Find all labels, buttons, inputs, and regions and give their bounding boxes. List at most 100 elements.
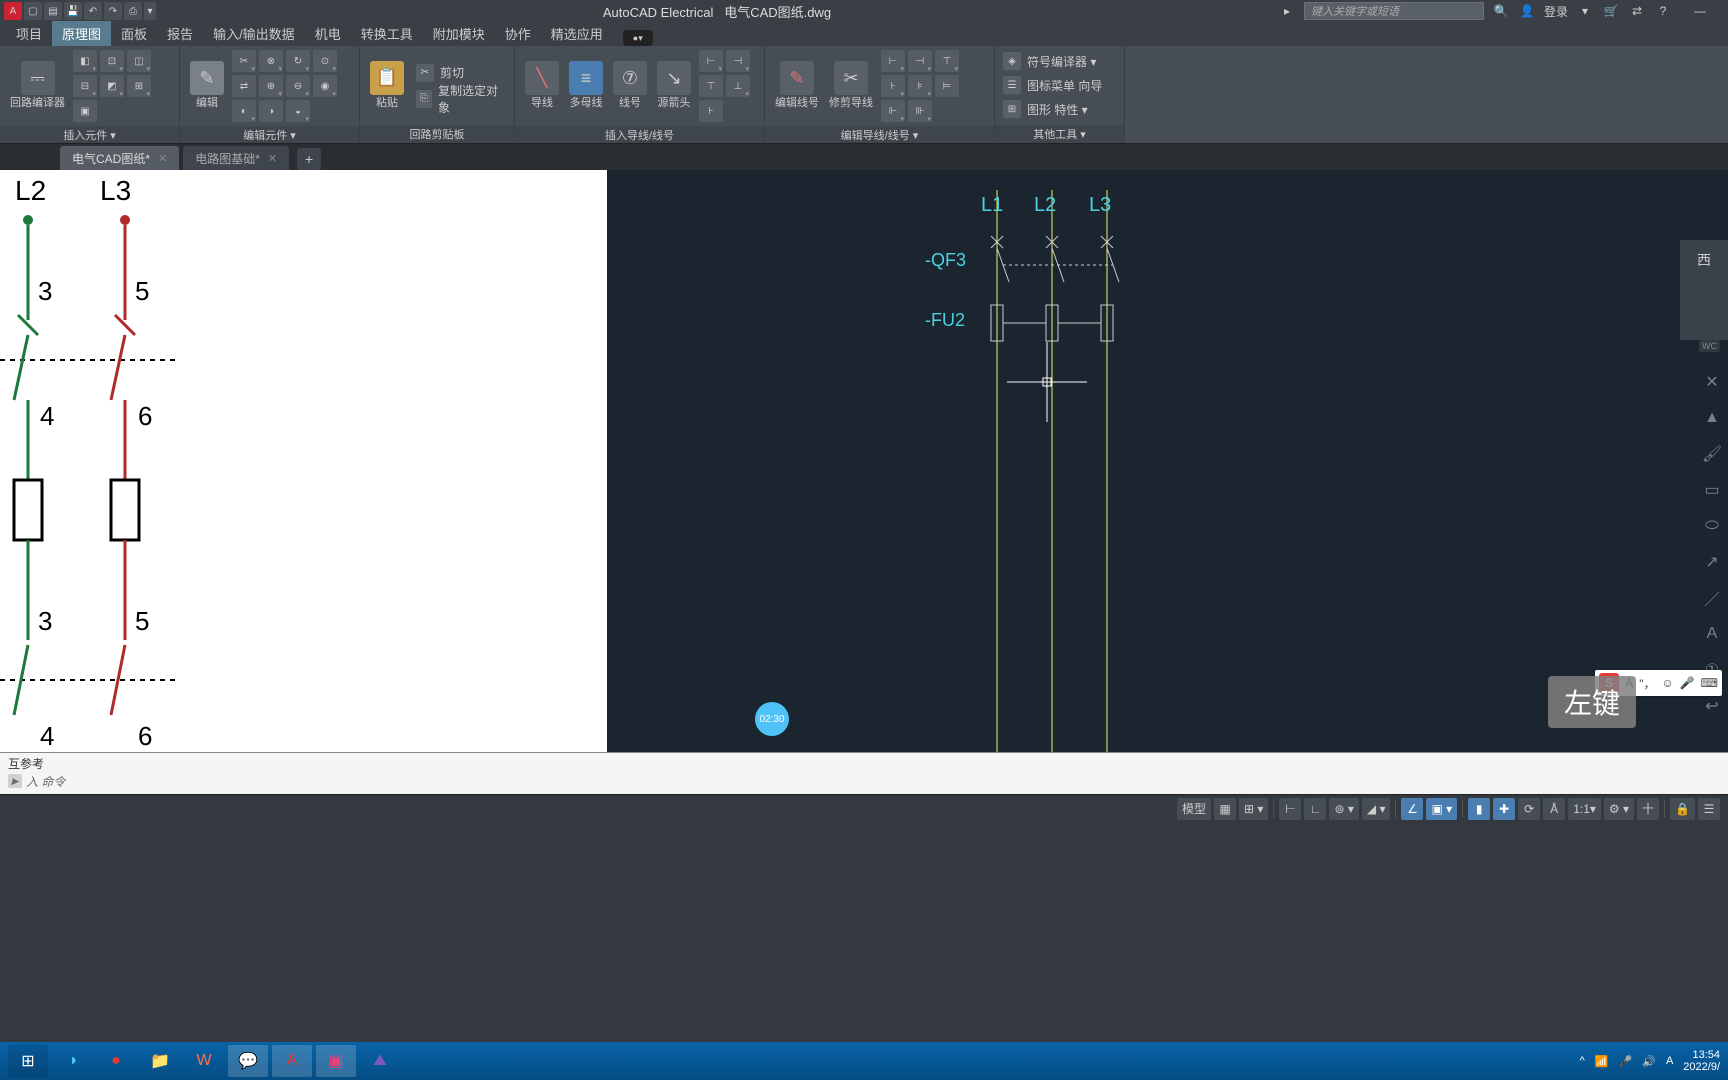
edit-s-1[interactable]: ✂▾ (232, 50, 256, 72)
tab-project[interactable]: 项目 (6, 21, 52, 46)
tab-addins[interactable]: 附加模块 (423, 21, 495, 46)
arrow-draw-icon[interactable]: ↗ (1700, 550, 1724, 574)
close-icon[interactable]: ✕ (268, 152, 277, 165)
close-icon[interactable]: ✕ (158, 152, 167, 165)
ew-5[interactable]: ⊧▾ (908, 75, 932, 97)
ribbon-dark-toggle[interactable]: ●▾ (623, 30, 653, 46)
sb-osnap-icon[interactable]: ∠ (1401, 798, 1423, 820)
ew-8[interactable]: ⊪▾ (908, 100, 932, 122)
multibus-button[interactable]: ≡多母线 (567, 59, 605, 112)
sb-gear-icon[interactable]: ⚙ ▾ (1604, 798, 1634, 820)
comp-btn-7[interactable]: ▣ (73, 100, 97, 122)
edit-s-7[interactable]: ⊖▾ (286, 75, 310, 97)
w-s-3[interactable]: ⊤ (699, 75, 723, 97)
edit-wirenum-button[interactable]: ✎编辑线号 (773, 59, 821, 112)
pointer-icon[interactable]: ▲ (1700, 406, 1724, 430)
qat-dropdown-icon[interactable]: ▾ (144, 2, 156, 20)
tb-app-1[interactable]: ◑ (52, 1045, 92, 1077)
sb-model-button[interactable]: 模型 (1177, 798, 1211, 820)
qat-plot-icon[interactable]: ⎙ (124, 2, 142, 20)
panel-title-insert[interactable]: 插入元件 ▾ (0, 126, 179, 143)
rect-icon[interactable]: ▭ (1700, 478, 1724, 502)
ew-6[interactable]: ⊨ (935, 75, 959, 97)
tray-up-icon[interactable]: ^ (1580, 1055, 1585, 1067)
edit-s-10[interactable]: ◑ (259, 100, 283, 122)
w-s-4[interactable]: ⊥▾ (726, 75, 750, 97)
tray-mic-icon[interactable]: 🎤 (1619, 1055, 1633, 1068)
command-line-area[interactable]: 互参考 ▶ 入 命令 (0, 752, 1728, 794)
command-input-line[interactable]: ▶ 入 命令 (0, 771, 1728, 791)
tb-app-2[interactable]: ● (96, 1045, 136, 1077)
ellipse-icon[interactable]: ⬭ (1700, 514, 1724, 538)
minimize-icon[interactable]: — (1680, 2, 1720, 20)
edit-s-9[interactable]: ◐▾ (232, 100, 256, 122)
exchange-icon[interactable]: ⇄ (1628, 2, 1646, 20)
cart-icon[interactable]: 🛒 (1602, 2, 1620, 20)
edit-s-8[interactable]: ◉▾ (313, 75, 337, 97)
tab-io-data[interactable]: 输入/输出数据 (203, 21, 305, 46)
w-s-1[interactable]: ⊢▾ (699, 50, 723, 72)
comp-btn-4[interactable]: ⊟▾ (73, 75, 97, 97)
circuit-builder-button[interactable]: ⎓ 回路编译器 (8, 59, 67, 112)
undo-nav-icon[interactable]: ↩ (1700, 694, 1724, 718)
w-s-2[interactable]: ⊣▾ (726, 50, 750, 72)
qat-redo-icon[interactable]: ↷ (104, 2, 122, 20)
tab-panel[interactable]: 面板 (111, 21, 157, 46)
qat-save-icon[interactable]: 💾 (64, 2, 82, 20)
sb-custom-icon[interactable]: ☰ (1698, 798, 1720, 820)
copy-selection-button[interactable]: ⎘复制选定对象 (412, 88, 506, 110)
tab-featured[interactable]: 精选应用 (541, 21, 613, 46)
wire-button[interactable]: ╲导线 (523, 59, 561, 112)
tab-schematic[interactable]: 原理图 (52, 21, 111, 46)
symbol-builder-button[interactable]: ◈符号编译器 ▾ (999, 50, 1100, 72)
sb-grid-icon[interactable]: ▦ (1214, 798, 1236, 820)
tab-collab[interactable]: 协作 (495, 21, 541, 46)
edit-s-5[interactable]: ⇄ (232, 75, 256, 97)
edit-s-3[interactable]: ↻▾ (286, 50, 310, 72)
sb-plus-button[interactable]: 十 (1637, 798, 1659, 820)
sb-ortho-icon[interactable]: ∟ (1304, 798, 1326, 820)
source-arrow-button[interactable]: ↘源箭头 (655, 59, 693, 112)
qat-new-icon[interactable]: ▢ (24, 2, 42, 20)
app-menu-button[interactable]: A (4, 2, 22, 20)
doc-tab-active[interactable]: 电气CAD图纸* ✕ (60, 146, 179, 170)
sb-scale-button[interactable]: 1:1 ▾ (1568, 798, 1601, 820)
tb-explorer-icon[interactable]: 📁 (140, 1045, 180, 1077)
edit-s-6[interactable]: ⊕▾ (259, 75, 283, 97)
text-icon[interactable]: A (1700, 622, 1724, 646)
ime-punct-icon[interactable]: "， (1639, 675, 1655, 692)
close-x-icon[interactable]: ✕ (1700, 370, 1724, 394)
panel-title-edit[interactable]: 编辑元件 ▾ (180, 126, 359, 143)
login-link[interactable]: 登录 (1544, 3, 1568, 20)
edit-s-2[interactable]: ⊗▾ (259, 50, 283, 72)
tray-vol-icon[interactable]: 🔊 (1642, 1055, 1656, 1068)
ew-7[interactable]: ⊩▾ (881, 100, 905, 122)
comp-btn-6[interactable]: ⊞▾ (127, 75, 151, 97)
ew-1[interactable]: ⊢▾ (881, 50, 905, 72)
doc-tab-inactive[interactable]: 电路图基础* ✕ (183, 146, 289, 170)
ime-face-icon[interactable]: ☺ (1661, 676, 1673, 690)
tab-electromech[interactable]: 机电 (305, 21, 351, 46)
tb-wechat-icon[interactable]: 💬 (228, 1045, 268, 1077)
edit-button[interactable]: ✎ 编辑 (188, 59, 226, 112)
view-cube[interactable]: 西 (1680, 240, 1728, 340)
help-icon[interactable]: ? (1654, 2, 1672, 20)
sb-lwt-icon[interactable]: ▮ (1468, 798, 1490, 820)
tb-autocad-icon[interactable]: A (272, 1045, 312, 1077)
qat-undo-icon[interactable]: ↶ (84, 2, 102, 20)
add-tab-button[interactable]: + (297, 148, 321, 170)
drawing-viewport[interactable]: L1 L2 L3 -QF3 -FU2 西 WC ✕ ▲ 🖌 ▭ ⬭ ↗ ／ A … (607, 170, 1728, 752)
binoculars-icon[interactable]: 🔍 (1492, 2, 1510, 20)
start-button[interactable]: ⊞ (8, 1045, 48, 1077)
ime-mic-icon[interactable]: 🎤 (1680, 676, 1695, 690)
w-s-5[interactable]: ⊦ (699, 100, 723, 122)
tb-wps-icon[interactable]: W (184, 1045, 224, 1077)
sb-cycle-icon[interactable]: ⟳ (1518, 798, 1540, 820)
sb-polar-icon[interactable]: ⊚ ▾ (1329, 798, 1358, 820)
paste-button[interactable]: 📋 粘贴 (368, 59, 406, 112)
wirenum-button[interactable]: ⑦线号 (611, 59, 649, 112)
tab-report[interactable]: 报告 (157, 21, 203, 46)
brush-icon[interactable]: 🖌 (1700, 442, 1724, 466)
tab-conversion[interactable]: 转换工具 (351, 21, 423, 46)
video-time-bubble[interactable]: 02:30 (755, 702, 789, 736)
